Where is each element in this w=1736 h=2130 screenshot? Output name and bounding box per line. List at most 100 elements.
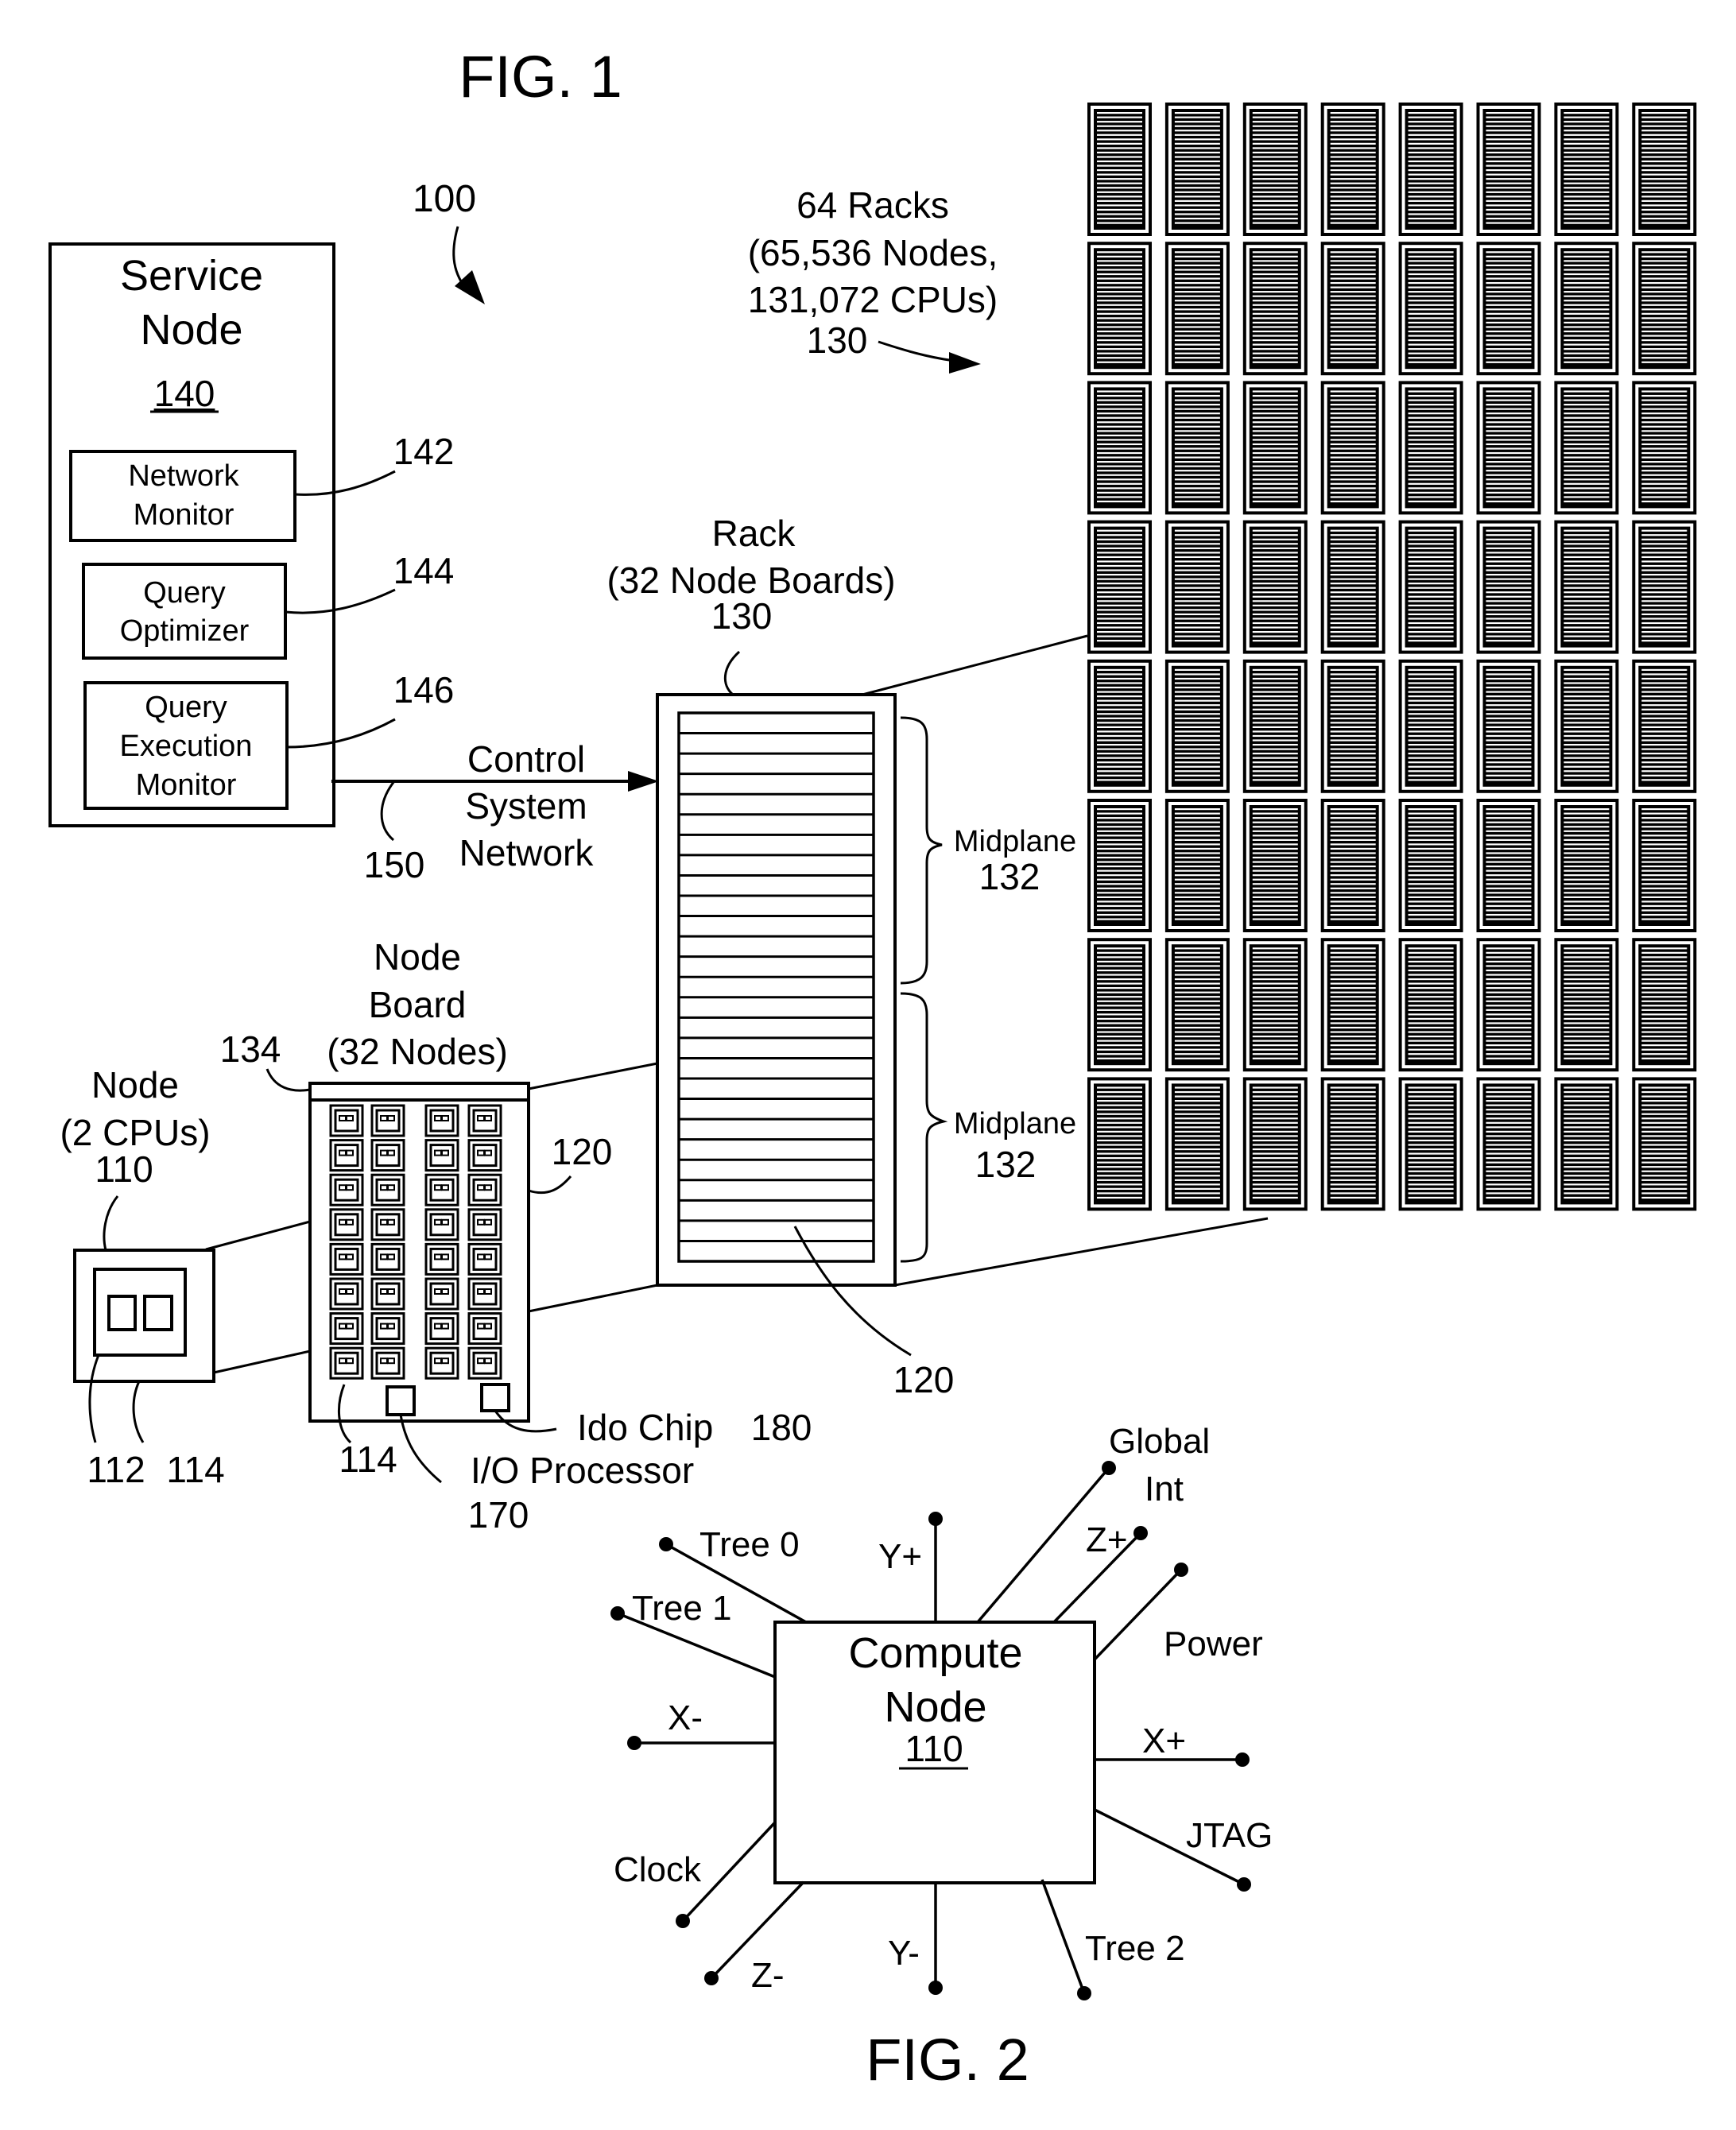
pin-y-plus[interactable] bbox=[928, 1512, 943, 1622]
rack-cabinet[interactable] bbox=[1320, 520, 1385, 654]
rack-cabinet[interactable] bbox=[1398, 381, 1463, 515]
rack-cabinet[interactable] bbox=[1554, 659, 1619, 793]
board-node[interactable] bbox=[424, 1242, 459, 1276]
rack-cabinet[interactable] bbox=[1632, 381, 1697, 515]
rack-cabinet[interactable] bbox=[1398, 659, 1463, 793]
service-node[interactable]: Service Node 140 Network Monitor Query O… bbox=[48, 242, 335, 827]
rack-cabinet[interactable] bbox=[1320, 381, 1385, 515]
rack-cabinet[interactable] bbox=[1087, 1077, 1152, 1211]
rack-cabinet[interactable] bbox=[1320, 1077, 1385, 1211]
rack-cabinet[interactable] bbox=[1554, 938, 1619, 1072]
board-node[interactable] bbox=[370, 1312, 405, 1346]
rack-cabinet[interactable] bbox=[1476, 659, 1541, 793]
board-node[interactable] bbox=[467, 1242, 502, 1276]
rack-cabinet[interactable] bbox=[1476, 103, 1541, 236]
rack-cabinet[interactable] bbox=[1476, 1077, 1541, 1211]
rack-cabinet[interactable] bbox=[1476, 520, 1541, 654]
rack-cabinet[interactable] bbox=[1398, 520, 1463, 654]
board-node[interactable] bbox=[370, 1346, 405, 1380]
rack-cabinet[interactable] bbox=[1632, 103, 1697, 236]
rack-cabinet[interactable] bbox=[1242, 799, 1308, 932]
rack-cabinet[interactable] bbox=[1242, 381, 1308, 515]
board-node[interactable] bbox=[467, 1104, 502, 1137]
pin-y-minus[interactable] bbox=[928, 1883, 943, 1995]
rack-cabinet[interactable] bbox=[1164, 242, 1230, 376]
rack-cabinet[interactable] bbox=[1164, 1077, 1230, 1211]
board-node[interactable] bbox=[424, 1139, 459, 1172]
rack-cabinet[interactable] bbox=[1164, 659, 1230, 793]
compute-node[interactable]: Compute Node 110 bbox=[773, 1621, 1096, 1884]
rack-cabinet[interactable] bbox=[1398, 1077, 1463, 1211]
board-node[interactable] bbox=[370, 1139, 405, 1172]
board-node[interactable] bbox=[329, 1312, 364, 1346]
board-node[interactable] bbox=[329, 1277, 364, 1311]
rack-cabinet[interactable] bbox=[1164, 938, 1230, 1072]
board-node[interactable] bbox=[467, 1277, 502, 1311]
pin-tree-2[interactable] bbox=[1040, 1879, 1091, 2000]
board-node[interactable] bbox=[424, 1208, 459, 1241]
node-board[interactable] bbox=[308, 1082, 530, 1423]
rack-cabinet[interactable] bbox=[1087, 242, 1152, 376]
rack-cabinet[interactable] bbox=[1320, 938, 1385, 1072]
board-node[interactable] bbox=[329, 1173, 364, 1206]
board-node[interactable] bbox=[370, 1277, 405, 1311]
board-node[interactable] bbox=[329, 1242, 364, 1276]
rack[interactable] bbox=[656, 693, 897, 1287]
pin-x-minus[interactable] bbox=[627, 1736, 775, 1750]
board-node[interactable] bbox=[329, 1139, 364, 1172]
board-node[interactable] bbox=[467, 1346, 502, 1380]
rack-cabinet[interactable] bbox=[1398, 799, 1463, 932]
rack-cabinet[interactable] bbox=[1087, 520, 1152, 654]
rack-cabinet[interactable] bbox=[1242, 938, 1308, 1072]
board-node[interactable] bbox=[424, 1312, 459, 1346]
board-node[interactable] bbox=[329, 1208, 364, 1241]
board-node[interactable] bbox=[370, 1173, 405, 1206]
board-node[interactable] bbox=[424, 1173, 459, 1206]
rack-cabinet[interactable] bbox=[1087, 381, 1152, 515]
rack-cabinet[interactable] bbox=[1398, 938, 1463, 1072]
rack-cabinet[interactable] bbox=[1164, 103, 1230, 236]
rack-cabinet[interactable] bbox=[1242, 1077, 1308, 1211]
rack-cabinet[interactable] bbox=[1554, 520, 1619, 654]
board-node[interactable] bbox=[424, 1104, 459, 1137]
query-optimizer-module[interactable]: Query Optimizer bbox=[82, 563, 287, 660]
rack-cabinet[interactable] bbox=[1242, 242, 1308, 376]
rack-cabinet[interactable] bbox=[1320, 659, 1385, 793]
io-processor-chip[interactable] bbox=[386, 1385, 416, 1416]
rack-cabinet[interactable] bbox=[1632, 799, 1697, 932]
board-node[interactable] bbox=[370, 1242, 405, 1276]
rack-cabinet[interactable] bbox=[1164, 381, 1230, 515]
rack-cabinet[interactable] bbox=[1476, 938, 1541, 1072]
rack-cabinet[interactable] bbox=[1164, 799, 1230, 932]
board-node[interactable] bbox=[467, 1208, 502, 1241]
query-execution-monitor-module[interactable]: Query Execution Monitor bbox=[83, 681, 289, 810]
board-node[interactable] bbox=[467, 1173, 502, 1206]
rack-cabinet[interactable] bbox=[1320, 799, 1385, 932]
board-node[interactable] bbox=[329, 1346, 364, 1380]
rack-cabinet[interactable] bbox=[1320, 242, 1385, 376]
board-node[interactable] bbox=[467, 1312, 502, 1346]
rack-cabinet[interactable] bbox=[1087, 938, 1152, 1072]
rack-cabinet[interactable] bbox=[1476, 799, 1541, 932]
rack-cabinet[interactable] bbox=[1632, 520, 1697, 654]
board-node[interactable] bbox=[329, 1104, 364, 1137]
rack-cabinet[interactable] bbox=[1554, 242, 1619, 376]
rack-cabinet[interactable] bbox=[1164, 520, 1230, 654]
rack-cabinet[interactable] bbox=[1476, 242, 1541, 376]
rack-cabinet[interactable] bbox=[1242, 520, 1308, 654]
rack-cabinet[interactable] bbox=[1632, 938, 1697, 1072]
board-node[interactable] bbox=[370, 1104, 405, 1137]
board-node[interactable] bbox=[424, 1277, 459, 1311]
rack-cabinet[interactable] bbox=[1320, 103, 1385, 236]
rack-cabinet[interactable] bbox=[1242, 103, 1308, 236]
network-monitor-module[interactable]: Network Monitor bbox=[69, 450, 296, 542]
rack-cabinet[interactable] bbox=[1554, 381, 1619, 515]
rack-cabinet[interactable] bbox=[1242, 659, 1308, 793]
rack-cabinet[interactable] bbox=[1087, 103, 1152, 236]
rack-cabinet[interactable] bbox=[1554, 799, 1619, 932]
board-node[interactable] bbox=[370, 1208, 405, 1241]
rack-cabinet[interactable] bbox=[1087, 799, 1152, 932]
rack-cabinet[interactable] bbox=[1632, 659, 1697, 793]
ido-chip[interactable] bbox=[480, 1383, 510, 1412]
rack-cabinet[interactable] bbox=[1476, 381, 1541, 515]
